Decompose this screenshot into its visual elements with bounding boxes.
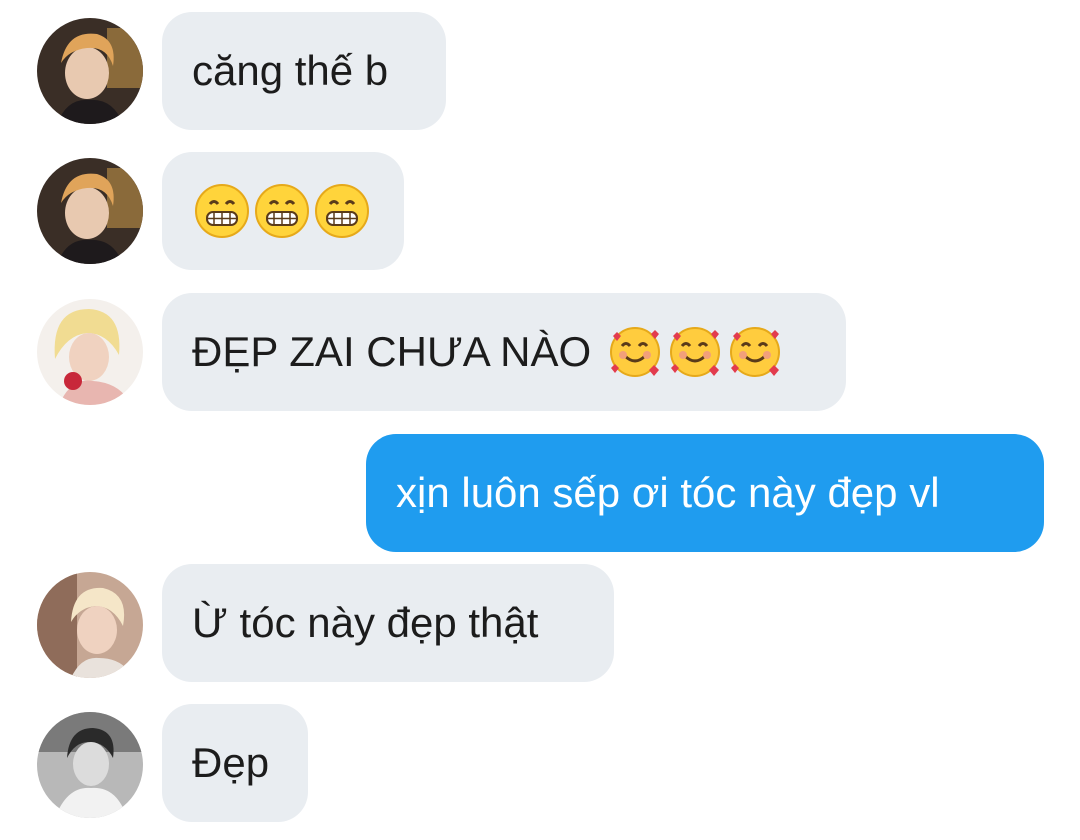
avatar-user-c[interactable]: [37, 572, 143, 678]
message-bubble[interactable]: căng thế b: [162, 12, 446, 130]
avatar-image: [37, 18, 143, 124]
message-text: xịn luôn sếp ơi tóc này đẹp vl: [396, 469, 940, 516]
message-bubble-outgoing[interactable]: xịn luôn sếp ơi tóc này đẹp vl: [366, 434, 1044, 552]
avatar-image: [37, 572, 143, 678]
message-text: Đẹp: [192, 739, 270, 786]
message-bubble[interactable]: [162, 152, 404, 270]
message-text: Ừ tóc này đẹp thật: [192, 599, 539, 646]
avatar-user-a[interactable]: [37, 18, 143, 124]
message-bubble[interactable]: Ừ tóc này đẹp thật: [162, 564, 614, 682]
message-row: ĐẸP ZAI CHƯA NÀO: [0, 293, 1080, 411]
message-row: Đẹp: [0, 704, 1080, 822]
message-text: căng thế b: [192, 47, 389, 94]
grinning-face-icon: [254, 183, 310, 239]
message-row: căng thế b: [0, 12, 1080, 130]
message-bubble[interactable]: Đẹp: [162, 704, 308, 822]
message-row: xịn luôn sếp ơi tóc này đẹp vl: [0, 434, 1080, 552]
avatar-image: [37, 712, 143, 818]
smiling-face-with-hearts-icon: [667, 324, 723, 380]
message-text: ĐẸP ZAI CHƯA NÀO: [192, 328, 592, 375]
smiling-face-with-hearts-icon: [607, 324, 663, 380]
message-row: [0, 152, 1080, 270]
avatar-user-b[interactable]: [37, 299, 143, 405]
grinning-face-icon: [314, 183, 370, 239]
avatar-image: [37, 299, 143, 405]
message-row: Ừ tóc này đẹp thật: [0, 564, 1080, 682]
smiling-face-with-hearts-icon: [727, 324, 783, 380]
avatar-user-a[interactable]: [37, 158, 143, 264]
avatar-user-d[interactable]: [37, 712, 143, 818]
grinning-face-icon: [194, 183, 250, 239]
message-bubble[interactable]: ĐẸP ZAI CHƯA NÀO: [162, 293, 846, 411]
avatar-image: [37, 158, 143, 264]
